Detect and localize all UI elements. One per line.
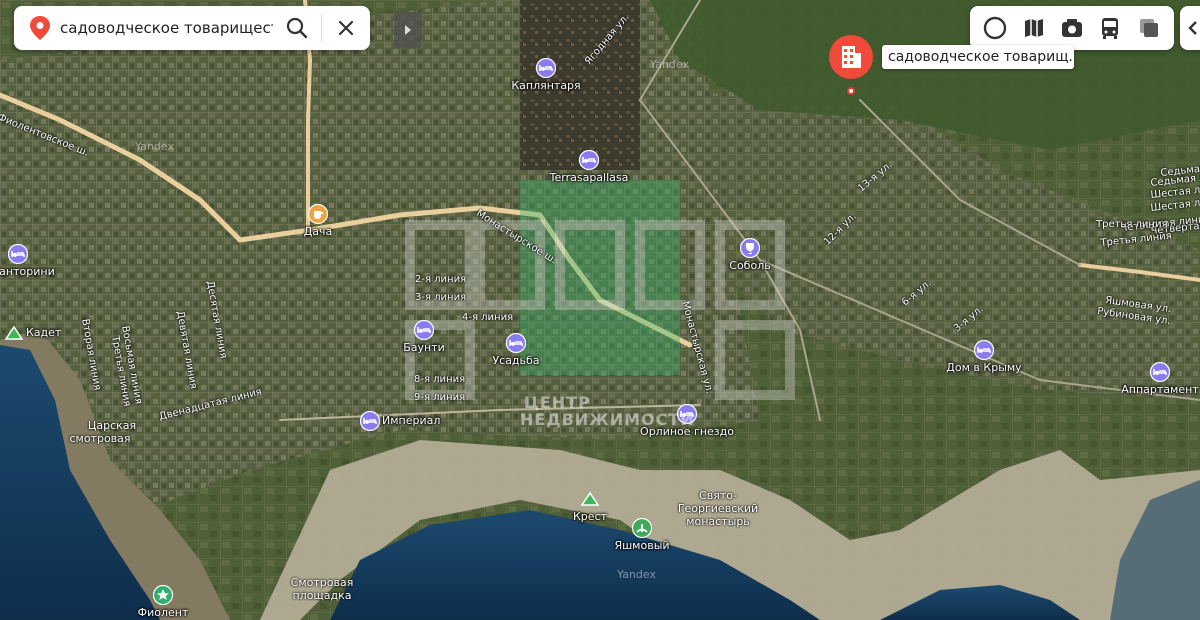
bed-icon xyxy=(973,339,995,361)
place-name-label: монастырь xyxy=(686,515,750,528)
search-box[interactable]: садоводческое товарищество Н xyxy=(14,6,370,50)
street-label: 2-я линия xyxy=(415,274,467,285)
place-name-label: Георгиевский xyxy=(677,502,759,515)
search-button[interactable] xyxy=(273,6,321,50)
bed-icon xyxy=(578,149,600,171)
mountain-peak-icon xyxy=(4,325,24,340)
bed-icon xyxy=(535,57,557,79)
watermark-text: НЕДВИЖИМОСТИ xyxy=(520,410,695,429)
bed-icon xyxy=(505,332,527,354)
camera-icon xyxy=(1061,19,1082,37)
search-input[interactable]: садоводческое товарищество Н xyxy=(60,19,273,37)
globe-layer-icon xyxy=(983,16,1007,40)
poi-label[interactable]: Аппартамент xyxy=(1121,383,1198,396)
poi-marker[interactable] xyxy=(4,323,24,343)
layers-icon xyxy=(1139,19,1158,37)
poi-label[interactable]: Крест xyxy=(573,510,607,523)
mountain-peak-icon xyxy=(580,491,600,506)
poi-marker[interactable] xyxy=(413,319,435,341)
bed-icon xyxy=(7,243,29,265)
yandex-watermark: Yandex xyxy=(650,58,689,71)
place-name-label: Смотровая xyxy=(290,576,354,589)
poi-marker[interactable] xyxy=(631,517,653,539)
poi-label[interactable]: Каплянтаря xyxy=(511,79,580,92)
poi-marker[interactable] xyxy=(1149,361,1171,383)
bed-icon xyxy=(413,319,435,341)
poi-marker[interactable] xyxy=(307,203,329,225)
selected-place-marker[interactable] xyxy=(827,33,875,81)
place-location-dot xyxy=(847,87,855,95)
street-label: 9-я линия xyxy=(414,392,466,403)
transport-layer-button[interactable] xyxy=(1094,12,1126,44)
poi-label[interactable]: Кадет xyxy=(26,326,61,339)
street-label: Третья линия xyxy=(1096,219,1168,230)
street-label: 3-я линия xyxy=(415,292,467,303)
trophy-icon xyxy=(739,237,761,259)
poi-marker[interactable] xyxy=(580,489,600,509)
panorama-layer-button[interactable] xyxy=(1056,12,1088,44)
star-icon xyxy=(152,584,174,606)
poi-label[interactable]: Дом в Крыму xyxy=(946,361,1021,374)
traffic-layer-button[interactable] xyxy=(1018,12,1050,44)
chevron-left-icon xyxy=(1188,21,1197,35)
place-name-label: Царская xyxy=(87,419,137,432)
yandex-watermark: Yandex xyxy=(617,568,656,581)
map-type-button[interactable] xyxy=(979,12,1011,44)
poi-label[interactable]: Дача xyxy=(304,225,333,238)
poi-label[interactable]: Terrasapallasa xyxy=(550,171,629,184)
clear-search-button[interactable] xyxy=(322,6,370,50)
poi-label[interactable]: Усадьба xyxy=(492,354,539,367)
poi-label[interactable]: а Санторини xyxy=(0,265,55,278)
poi-marker[interactable] xyxy=(739,237,761,259)
poi-marker[interactable] xyxy=(973,339,995,361)
more-controls-button[interactable] xyxy=(1180,6,1200,50)
layers-button[interactable] xyxy=(1133,12,1165,44)
location-pin-icon xyxy=(30,16,50,40)
poi-marker[interactable] xyxy=(359,410,381,432)
poi-marker[interactable] xyxy=(7,243,29,265)
poi-label[interactable]: Империал xyxy=(382,414,440,427)
poi-label[interactable]: Баунти xyxy=(403,341,445,354)
poi-marker[interactable] xyxy=(578,149,600,171)
selected-place-label[interactable]: садоводческое товарищ... xyxy=(882,45,1074,69)
street-label: 8-я линия xyxy=(414,374,466,385)
street-label: 4-я линия xyxy=(462,312,514,323)
place-name-label: площадка xyxy=(292,589,352,602)
beach-icon xyxy=(631,517,653,539)
close-icon xyxy=(338,20,354,36)
search-icon xyxy=(286,17,308,39)
yandex-watermark: Yandex xyxy=(135,140,174,153)
poi-label[interactable]: Фиолент xyxy=(138,606,189,619)
bed-icon xyxy=(1149,361,1171,383)
poi-marker[interactable] xyxy=(535,57,557,79)
bus-icon xyxy=(1102,18,1119,39)
bed-icon xyxy=(359,410,381,432)
poi-marker[interactable] xyxy=(152,584,174,606)
chevron-right-icon xyxy=(405,25,411,35)
place-name-label: смотровая xyxy=(69,432,131,445)
place-name-label: Свято- xyxy=(699,489,737,502)
poi-label[interactable]: Яшмовый xyxy=(614,539,669,552)
cafe-icon xyxy=(307,203,329,225)
map-layers-toolbar xyxy=(970,6,1174,50)
poi-marker[interactable] xyxy=(505,332,527,354)
map-layer-icon xyxy=(1024,19,1043,37)
poi-label[interactable]: Соболь xyxy=(729,259,770,272)
collapse-panel-button[interactable] xyxy=(394,12,422,48)
